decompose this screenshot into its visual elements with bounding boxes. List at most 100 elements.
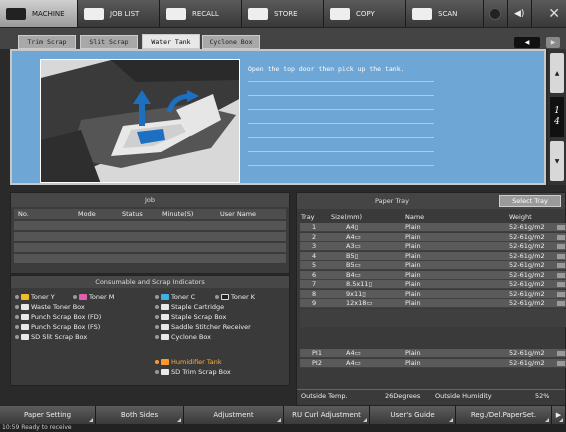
- tray-row[interactable]: 4 B5▯ Plain 52-61g/m2: [300, 251, 566, 261]
- tray-paper-name: Plain: [405, 358, 421, 367]
- tray-number: 2: [312, 232, 317, 241]
- ru-curl-adjustment-button[interactable]: RU Curl Adjustment: [284, 406, 370, 424]
- volume-button[interactable]: ◀): [508, 0, 532, 27]
- consumable-label: Humidifier Tank: [171, 358, 222, 366]
- job-col-user-name: User Name: [220, 210, 257, 218]
- status-dot-icon: [15, 335, 19, 339]
- page-down-button[interactable]: ▼: [550, 141, 564, 181]
- consumables-title: Consumable and Scrap Indicators: [11, 276, 289, 288]
- toner-icon: [221, 294, 229, 300]
- page-up-button[interactable]: ▲: [550, 53, 564, 93]
- tray-paper-name: Plain: [405, 289, 421, 298]
- paper-level-icon: [557, 225, 565, 230]
- tray-row[interactable]: 8 9x11▯ Plain 52-61g/m2: [300, 289, 566, 299]
- tray-row[interactable]: 2 A4▭ Plain 52-61g/m2: [300, 232, 566, 242]
- copy-icon: [330, 7, 350, 20]
- tray-weight: 52-61g/m2: [509, 223, 545, 231]
- reg-del-paper-set-button[interactable]: Reg./Del.PaperSet.: [456, 406, 552, 424]
- page-indicator: 1 4: [550, 97, 564, 137]
- guide-line: [248, 95, 434, 96]
- consumable-label: Toner K: [231, 293, 255, 301]
- tab-store[interactable]: STORE: [242, 0, 324, 27]
- tray-row[interactable]: 9 12x18▭ Plain 52-61g/m2: [300, 299, 566, 308]
- job-row[interactable]: [14, 243, 286, 253]
- page-current: 1: [554, 106, 560, 116]
- tab-job-list-label: JOB LIST: [110, 9, 140, 18]
- tray-size: 9x11▯: [346, 289, 366, 298]
- store-icon: [248, 7, 268, 20]
- tray-number: 5: [312, 261, 317, 269]
- tray-number: 4: [312, 251, 317, 260]
- consumable-waste-toner-box: Waste Toner Box: [15, 303, 85, 311]
- select-tray-button[interactable]: Select Tray: [499, 195, 561, 207]
- outside-temp-label: Outside Temp.: [301, 392, 348, 400]
- tray-paper-name: Plain: [405, 232, 421, 241]
- tab-scroll-left-button[interactable]: ◀: [514, 37, 540, 48]
- paper-level-icon: [557, 282, 565, 287]
- tray-row[interactable]: PI1 A4▭ Plain 52-61g/m2: [300, 349, 566, 358]
- tab-water-tank[interactable]: Water Tank: [142, 34, 200, 49]
- tray-row[interactable]: 7 8.5x11▯ Plain 52-61g/m2: [300, 280, 566, 289]
- speaker-icon: ◀): [514, 8, 525, 19]
- consumable-label: Waste Toner Box: [31, 303, 85, 311]
- paper-tray-title: Paper Tray: [375, 197, 409, 205]
- job-row[interactable]: [14, 232, 286, 242]
- tray-row[interactable]: 3 A3▭ Plain 52-61g/m2: [300, 242, 566, 251]
- status-dot-icon: [73, 295, 77, 299]
- tray-size: B5▯: [346, 251, 359, 260]
- tab-slit-scrap[interactable]: Slit Scrap: [80, 35, 138, 49]
- adjustment-button[interactable]: Adjustment: [184, 406, 284, 424]
- both-sides-button[interactable]: Both Sides: [96, 406, 184, 424]
- consumable-label: SD Slit Scrap Box: [31, 333, 88, 341]
- consumable-punch-scrap-fd: Punch Scrap Box (FD): [15, 313, 101, 321]
- tab-scan[interactable]: SCAN: [406, 0, 484, 27]
- tab-machine[interactable]: MACHINE: [0, 0, 78, 27]
- tray-row[interactable]: 1 A4▯ Plain 52-61g/m2: [300, 223, 566, 232]
- tray-weight: 52-61g/m2: [509, 270, 545, 279]
- water-tank-illustration: [40, 59, 240, 183]
- paper-setting-button[interactable]: Paper Setting: [0, 406, 96, 424]
- tray-paper-name: Plain: [405, 270, 421, 279]
- job-row[interactable]: [14, 221, 286, 231]
- paper-level-icon: [557, 263, 565, 268]
- guide-line: [248, 81, 434, 82]
- consumable-cyclone-box: Cyclone Box: [155, 333, 211, 341]
- tray-row[interactable]: 6 B4▭ Plain 52-61g/m2: [300, 270, 566, 280]
- more-button[interactable]: ▶: [552, 406, 566, 424]
- paper-level-icon: [557, 360, 565, 366]
- tray-row[interactable]: 5 B5▭ Plain 52-61g/m2: [300, 261, 566, 270]
- tab-trim-scrap[interactable]: Trim Scrap: [18, 35, 76, 49]
- paper-tray-panel: Paper Tray Select Tray Tray Size(mm) Nam…: [296, 192, 566, 406]
- tab-recall[interactable]: RECALL: [160, 0, 242, 27]
- recall-icon: [166, 7, 186, 20]
- users-guide-button[interactable]: User's Guide: [370, 406, 456, 424]
- tab-copy[interactable]: COPY: [324, 0, 406, 27]
- tray-row[interactable]: PI2 A4▭ Plain 52-61g/m2: [300, 358, 566, 368]
- tray-row-empty: [300, 308, 566, 318]
- guide-line: [248, 123, 434, 124]
- job-list-icon: [84, 7, 104, 20]
- toner-icon: [21, 294, 29, 300]
- toner-icon: [161, 294, 169, 300]
- tab-scroll-right-button[interactable]: ▶: [546, 37, 560, 48]
- paper-level-icon: [557, 244, 565, 249]
- tray-col-tray: Tray: [301, 213, 315, 221]
- tray-number: PI1: [312, 349, 322, 357]
- consumable-humidifier-tank[interactable]: Humidifier Tank: [155, 358, 222, 366]
- status-dot-icon: [155, 295, 159, 299]
- job-col-mode: Mode: [78, 210, 96, 218]
- bottom-toolbar: Paper Setting Both Sides Adjustment RU C…: [0, 406, 566, 424]
- job-title: Job: [11, 193, 289, 207]
- status-button[interactable]: [484, 0, 508, 27]
- environment-bar: Outside Temp. 26Degrees Outside Humidity…: [297, 389, 565, 401]
- paper-level-icon: [557, 301, 565, 306]
- arrow-right-icon: ▶: [555, 411, 562, 419]
- close-icon[interactable]: ✕: [548, 0, 566, 27]
- tab-cyclone-box[interactable]: Cyclone Box: [202, 35, 260, 49]
- status-dot-icon: [155, 315, 159, 319]
- tray-size: B4▭: [346, 270, 361, 279]
- job-row[interactable]: [14, 254, 286, 264]
- consumable-label: Punch Scrap Box (FD): [31, 313, 102, 321]
- consumable-punch-scrap-fs: Punch Scrap Box (FS): [15, 323, 100, 331]
- tab-job-list[interactable]: JOB LIST: [78, 0, 160, 27]
